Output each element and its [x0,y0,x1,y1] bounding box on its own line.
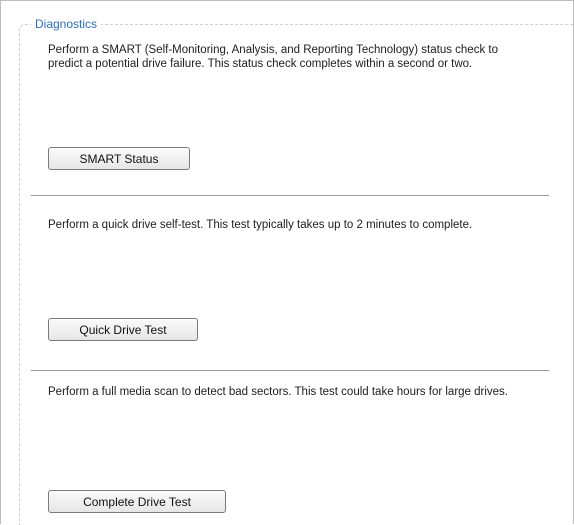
diagnostics-fieldset-border [19,24,574,525]
complete-drive-test-description: Perform a full media scan to detect bad … [48,386,509,398]
diagnostics-legend: Diagnostics [31,16,102,32]
smart-status-description: Perform a SMART (Self-Monitoring, Analys… [48,44,498,70]
smart-status-button[interactable]: SMART Status [48,147,190,170]
complete-drive-test-button[interactable]: Complete Drive Test [48,490,226,513]
quick-drive-test-description: Perform a quick drive self-test. This te… [48,219,473,231]
diagnostics-panel: Diagnostics Perform a SMART (Self-Monito… [0,0,574,525]
section-divider [31,195,549,196]
section-divider [31,370,549,371]
quick-drive-test-button[interactable]: Quick Drive Test [48,318,198,341]
